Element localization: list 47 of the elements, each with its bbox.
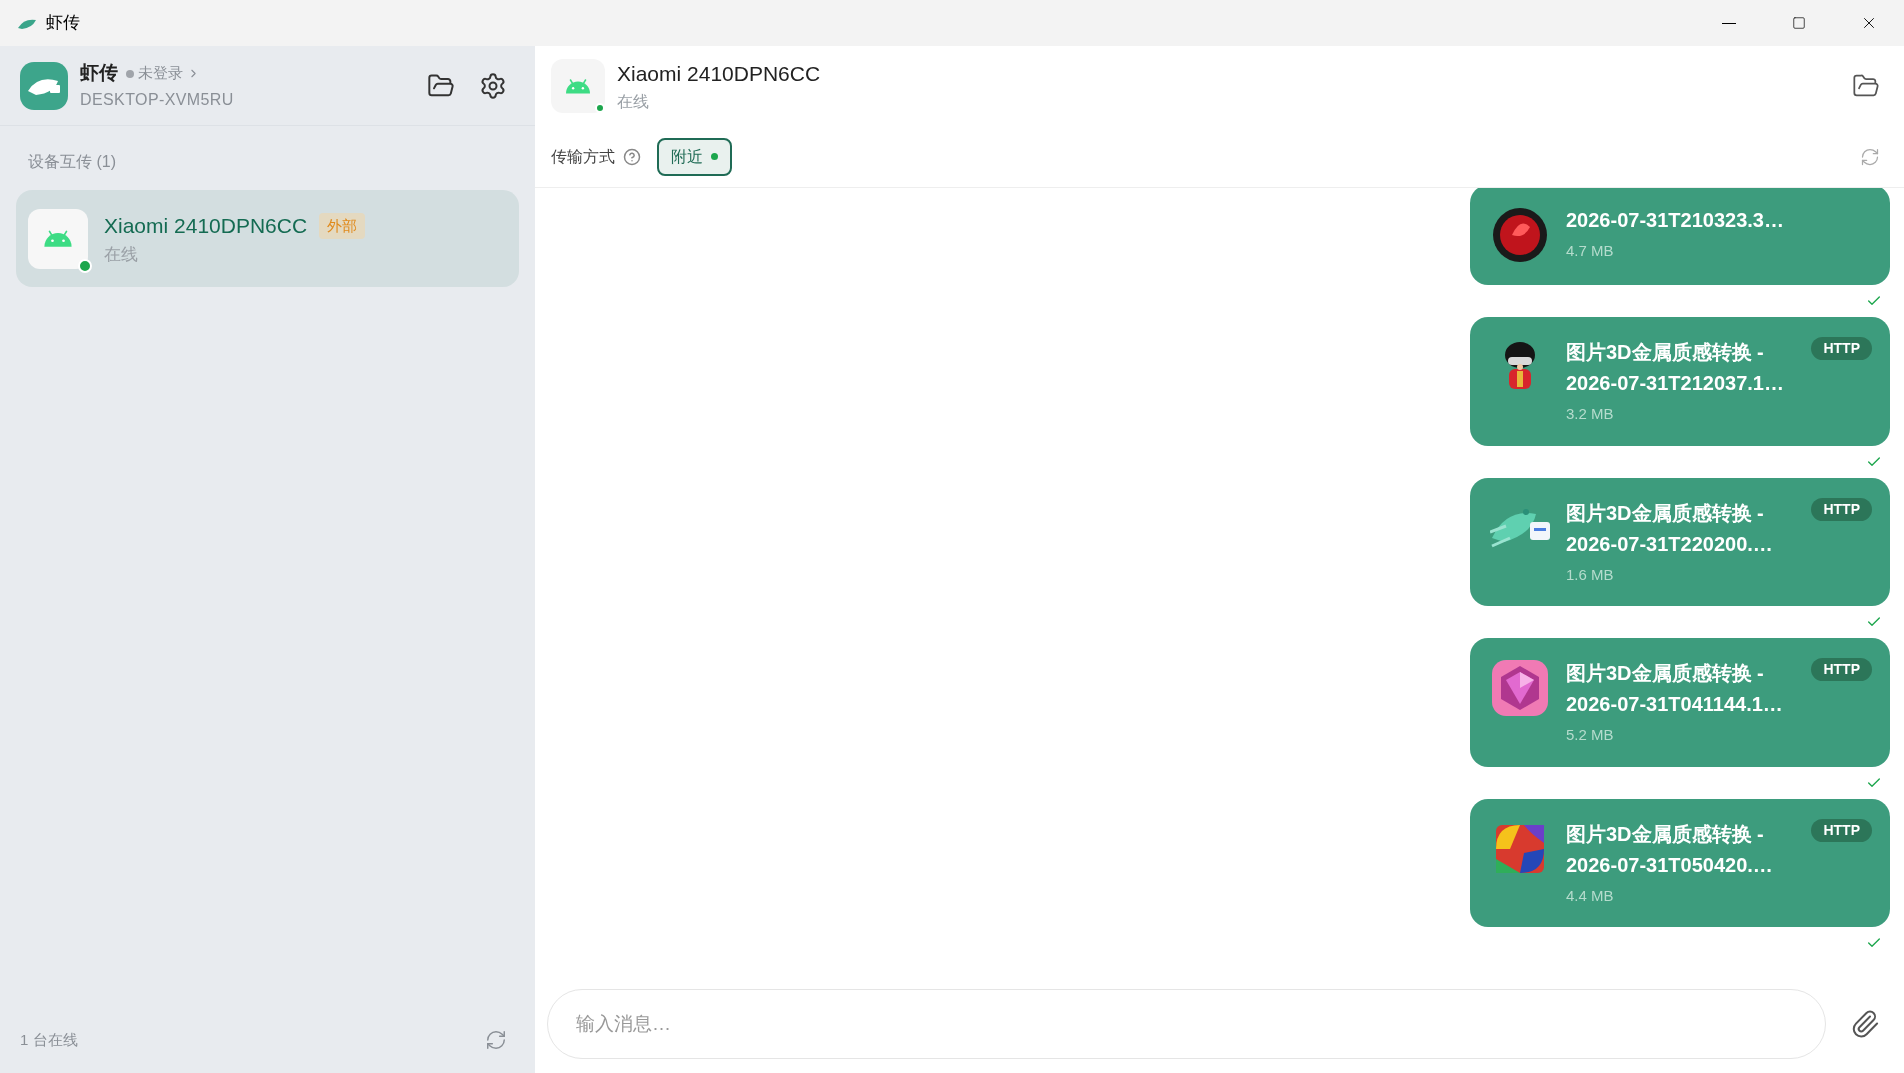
file-message[interactable]: 图片3D金属质感转换 - 2026-07-31T212037.1… 3.2 MB HTTP xyxy=(1470,317,1890,446)
file-size: 5.2 MB xyxy=(1566,725,1614,745)
file-name: 图片3D金属质感转换 - xyxy=(1566,661,1764,686)
message-input[interactable]: 输入消息… xyxy=(547,989,1826,1059)
file-name: 2026-07-31T212037.1… xyxy=(1566,371,1784,396)
transport-label: 传输方式 xyxy=(551,146,615,167)
protocol-tag: HTTP xyxy=(1811,818,1872,842)
file-size: 4.4 MB xyxy=(1566,885,1614,906)
device-status: 在线 xyxy=(104,243,139,266)
file-size: 1.6 MB xyxy=(1566,564,1614,585)
app-name: 虾传 xyxy=(80,61,118,86)
protocol-tag: HTTP xyxy=(1811,337,1872,360)
device-title: Xiaomi 2410DPN6CC xyxy=(104,213,308,239)
file-name: 2026-07-31T220200.… xyxy=(1566,531,1773,557)
transport-mode-button[interactable]: 附近 xyxy=(657,137,732,176)
protocol-tag: HTTP xyxy=(1811,658,1872,681)
online-count: 1 台在线 xyxy=(20,1029,78,1050)
file-name: 图片3D金属质感转换 - xyxy=(1566,340,1764,365)
section-title: 设备互传 (1) xyxy=(28,152,117,172)
file-message[interactable]: 图片3D金属质感转换 - 2026-07-31T041144.1… 5.2 MB HTTP xyxy=(1470,638,1890,767)
chat-device-name: Xiaomi 2410DPN6CC xyxy=(617,61,821,88)
file-size: 3.2 MB xyxy=(1566,404,1614,424)
refresh-icon xyxy=(1860,146,1880,167)
help-icon[interactable] xyxy=(623,147,641,166)
file-name: 2026-07-31T041144.1… xyxy=(1566,692,1783,717)
file-name: 2026-07-31T210323.3… xyxy=(1566,208,1784,233)
maximize-icon xyxy=(1792,16,1806,30)
minimize-icon xyxy=(1722,22,1736,24)
file-name: 2026-07-31T050420.… xyxy=(1566,852,1773,878)
file-message[interactable]: 图片3D金属质感转换 - 2026-07-31T050420.… 4.4 MB HTTP xyxy=(1470,798,1890,927)
device-item[interactable]: Xiaomi 2410DPN6CC 外部 在线 xyxy=(16,190,519,287)
chat-device-status: 在线 xyxy=(617,91,650,112)
file-message[interactable]: 2026-07-31T210323.3… 4.7 MB xyxy=(1470,188,1890,285)
file-name: 图片3D金属质感转换 - xyxy=(1566,821,1764,847)
login-status-link[interactable]: 未登录 xyxy=(126,62,200,85)
settings-icon xyxy=(479,71,507,100)
file-size: 4.7 MB xyxy=(1566,241,1614,261)
android-icon xyxy=(41,228,75,249)
refresh-icon xyxy=(485,1029,507,1051)
android-icon xyxy=(563,77,593,95)
file-name: 图片3D金属质感转换 - xyxy=(1566,500,1764,526)
device-name: DESKTOP-XVM5RU xyxy=(80,89,234,110)
protocol-tag: HTTP xyxy=(1811,497,1872,521)
window-title: 虾传 xyxy=(46,12,80,35)
paperclip-icon xyxy=(1850,1009,1880,1039)
file-message[interactable]: 图片3D金属质感转换 - 2026-07-31T220200.… 1.6 MB HTTP xyxy=(1470,477,1890,606)
external-tag: 外部 xyxy=(319,212,366,239)
